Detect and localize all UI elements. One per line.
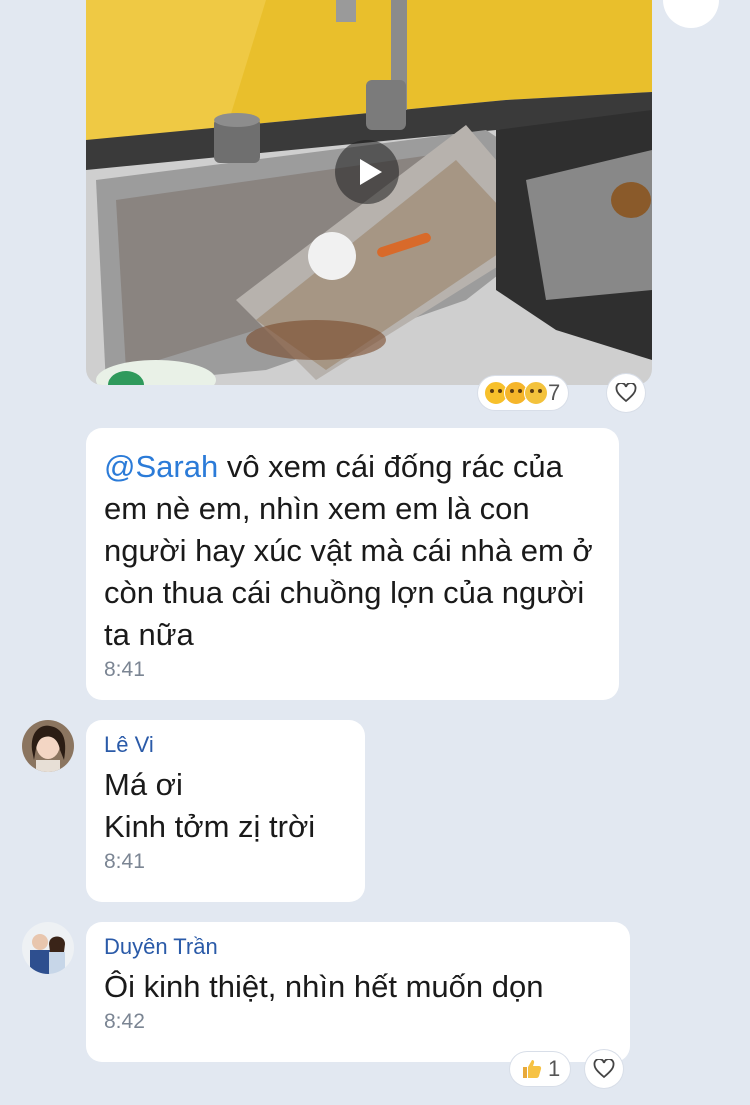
sender-name[interactable]: Duyên Trần — [104, 934, 612, 960]
avatar-image — [22, 922, 74, 974]
reaction-summary[interactable]: 1 — [510, 1052, 571, 1086]
avatar[interactable] — [22, 922, 74, 974]
heart-react-button[interactable] — [607, 374, 645, 412]
message-bubble[interactable]: Duyên Trần Ôi kinh thiệt, nhìn hết muốn … — [86, 922, 630, 1062]
message-text: @Sarah vô xem cái đống rác của em nè em,… — [104, 449, 593, 652]
thumbs-up-icon — [523, 1060, 542, 1078]
avatar-partial[interactable] — [663, 0, 719, 28]
avatar-image — [22, 720, 74, 772]
scared-face-icon — [524, 381, 548, 405]
message-bubble[interactable]: Lê Vi Má ơi Kinh tởm zị trời 8:41 — [86, 720, 365, 902]
play-icon[interactable] — [335, 140, 399, 204]
sender-name[interactable]: Lê Vi — [104, 732, 347, 758]
avatar[interactable] — [22, 720, 74, 772]
reaction-count: 1 — [548, 1056, 561, 1081]
message-time: 8:42 — [104, 1010, 145, 1033]
message-bubble[interactable]: @Sarah vô xem cái đống rác của em nè em,… — [86, 428, 619, 700]
heart-react-button[interactable] — [585, 1050, 623, 1088]
reaction-summary[interactable]: 7 — [478, 376, 569, 410]
message-time: 8:41 — [104, 658, 145, 681]
message-line: Kinh tởm zị trời — [104, 809, 316, 844]
heart-icon — [615, 383, 637, 403]
message-line: Má ơi — [104, 767, 183, 802]
mention-link[interactable]: @Sarah — [104, 449, 218, 484]
message-time: 8:41 — [104, 850, 145, 873]
reaction-count: 7 — [548, 380, 561, 405]
message-text: Ôi kinh thiệt, nhìn hết muốn dọn — [104, 969, 544, 1004]
heart-icon — [593, 1059, 615, 1079]
